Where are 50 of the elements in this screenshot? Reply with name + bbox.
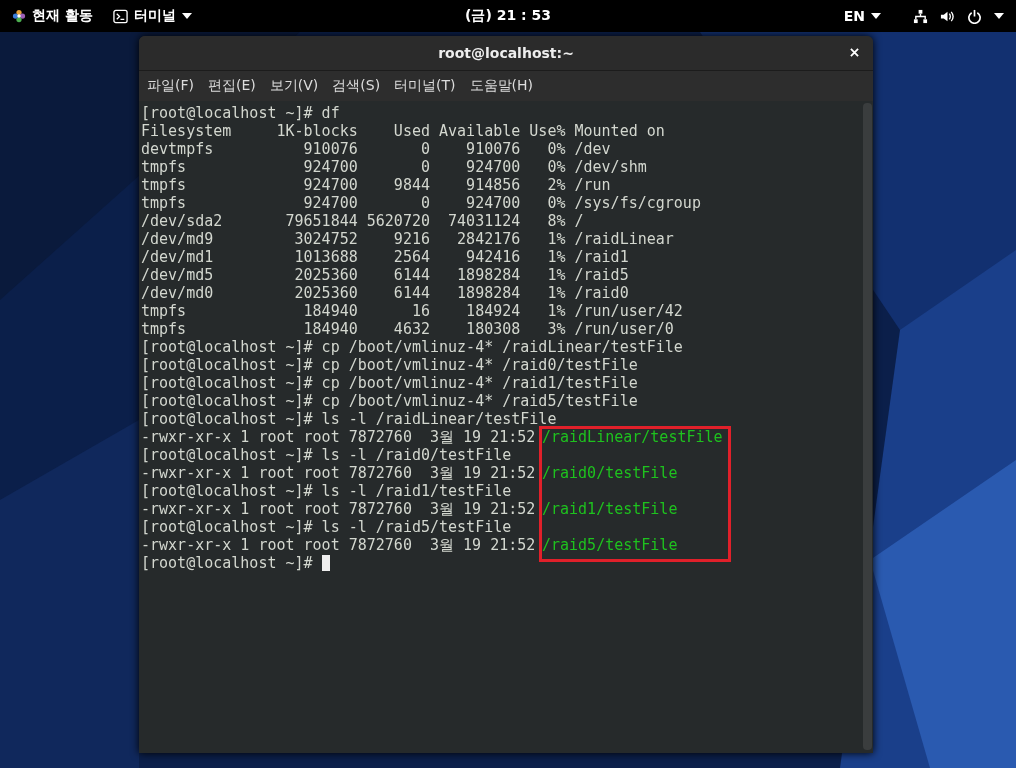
- terminal-line: [root@localhost ~]# ls -l /raid5/testFile: [141, 518, 512, 536]
- terminal-icon: [112, 8, 128, 24]
- menu-item[interactable]: 검색(S): [326, 74, 387, 98]
- terminal-line: [root@localhost ~]# cp /boot/vmlinuz-4* /raid1/testFile: [141, 374, 638, 392]
- clock[interactable]: (금) 21 : 53: [459, 3, 557, 29]
- window-title: root@localhost:~: [438, 45, 574, 61]
- terminal-line: tmpfs 924700 0 924700 0% /sys/fs/cgroup: [141, 194, 701, 212]
- terminal-line: -rwxr-xr-x 1 root root 7872760 3월 19 21:52: [141, 536, 537, 554]
- caret-icon: [871, 13, 881, 19]
- menu-item[interactable]: 보기(V): [263, 74, 325, 98]
- terminal-line: tmpfs 924700 9844 914856 2% /run: [141, 176, 611, 194]
- menu-item[interactable]: 도움말(H): [463, 74, 540, 98]
- caret-icon: [181, 13, 192, 19]
- terminal-line: [root@localhost ~]# cp /boot/vmlinuz-4* /raid0/testFile: [141, 356, 638, 374]
- language-menu[interactable]: EN: [837, 4, 887, 28]
- scrollbar[interactable]: [863, 103, 872, 750]
- menu-item[interactable]: 터미널(T): [388, 74, 462, 98]
- terminal-line: /dev/md1 1013688 2564 942416 1% /raid1: [141, 248, 629, 266]
- flower-icon: [12, 9, 26, 23]
- terminal-line: -rwxr-xr-x 1 root root 7872760 3월 19 21:52: [141, 464, 537, 482]
- activities-button[interactable]: 현재 활동: [6, 3, 99, 29]
- terminal-line: [root@localhost ~]# df: [141, 104, 340, 122]
- terminal-line: tmpfs 184940 4632 180308 3% /run/user/0: [141, 320, 674, 338]
- terminal-line: devtmpfs 910076 0 910076 0% /dev: [141, 140, 611, 158]
- terminal-line: /dev/sda2 79651844 5620720 74031124 8% /: [141, 212, 584, 230]
- network-icon: [913, 8, 928, 24]
- menu-item[interactable]: 편집(E): [202, 74, 262, 98]
- terminal-line: /dev/md9 3024752 9216 2842176 1% /raidLinear: [141, 230, 674, 248]
- terminal-line: [root@localhost ~]# cp /boot/vmlinuz-4* /raid5/testFile: [141, 392, 638, 410]
- close-icon: [850, 48, 859, 57]
- terminal-line: -rwxr-xr-x 1 root root 7872760 3월 19 21:52: [141, 500, 537, 518]
- terminal-line: /dev/md0 2025360 6144 1898284 1% /raid0: [141, 284, 629, 302]
- terminal-line: tmpfs 924700 0 924700 0% /dev/shm: [141, 158, 647, 176]
- terminal-line: [root@localhost ~]# cp /boot/vmlinuz-4* /raidLinear/testFile: [141, 338, 683, 356]
- file-path: /raid0/testFile: [541, 464, 678, 482]
- terminal-app-menu[interactable]: 터미널: [106, 3, 198, 29]
- file-path: /raid1/testFile: [541, 500, 678, 518]
- terminal-line: [root@localhost ~]#: [141, 554, 313, 572]
- terminal-line: tmpfs 184940 16 184924 1% /run/user/42: [141, 302, 683, 320]
- menu-item[interactable]: 파일(F): [141, 74, 200, 98]
- power-icon: [967, 8, 982, 24]
- file-path: /raidLinear/testFile: [541, 428, 723, 446]
- terminal-line: [root@localhost ~]# ls -l /raid1/testFile: [141, 482, 512, 500]
- file-path: /raid5/testFile: [541, 536, 678, 554]
- terminal-line: /dev/md5 2025360 6144 1898284 1% /raid5: [141, 266, 629, 284]
- terminal-line: -rwxr-xr-x 1 root root 7872760 3월 19 21:52: [141, 428, 537, 446]
- terminal-line: [root@localhost ~]# ls -l /raidLinear/testFile: [141, 410, 557, 428]
- terminal-line: Filesystem 1K-blocks Used Available Use% Mounted on: [141, 122, 665, 140]
- caret-icon: [994, 13, 1004, 19]
- terminal-line: [root@localhost ~]# ls -l /raid0/testFile: [141, 446, 512, 464]
